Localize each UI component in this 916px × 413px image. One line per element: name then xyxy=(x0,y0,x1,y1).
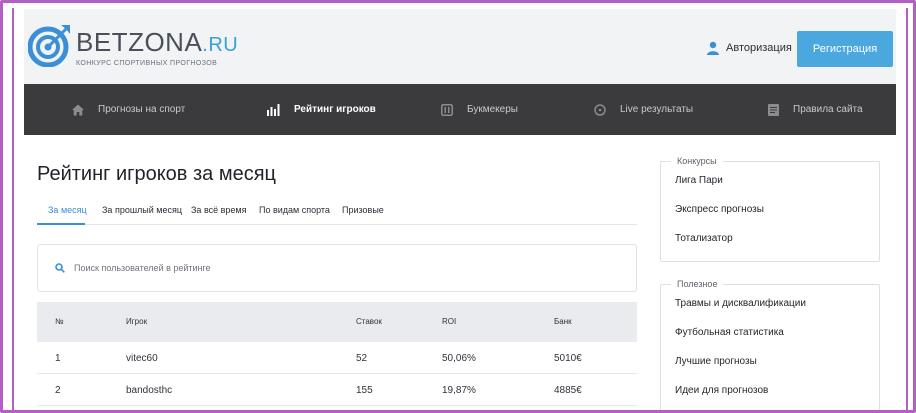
sidebar-link-liga-pari[interactable]: Лига Пари xyxy=(675,175,723,186)
bar-chart-icon xyxy=(267,103,280,116)
tab-by-sport[interactable]: По видам спорта xyxy=(259,205,330,215)
tab-last-month[interactable]: За прошлый месяц xyxy=(102,205,182,215)
sidebar-link-football-stats[interactable]: Футбольная статистика xyxy=(675,327,784,338)
cell-bets: 155 xyxy=(356,385,373,396)
tab-all-time[interactable]: За всё время xyxy=(191,205,246,215)
page-title: Рейтинг игроков за месяц xyxy=(37,163,276,185)
main-nav: Прогнозы на спорт Рейтинг игроков Букмек… xyxy=(24,84,896,135)
nav-item-label: Live результаты xyxy=(620,104,694,115)
table-row: 1 vitec60 52 50,06% 5010€ xyxy=(37,342,637,374)
nav-item-label: Прогнозы на спорт xyxy=(98,104,186,115)
column-header-rank[interactable]: № xyxy=(55,317,64,326)
nav-item-label: Букмекеры xyxy=(467,104,518,115)
table-header: № Игрок Ставок ROI Банк xyxy=(37,302,637,342)
site-logo[interactable]: BETZONA.RU КОНКУРС СПОРТИВНЫХ ПРОГНОЗОВ xyxy=(28,23,238,71)
cell-player[interactable]: vitec60 xyxy=(126,353,158,364)
cell-bank: 5010€ xyxy=(554,353,582,364)
contests-box: Конкурсы Лига Пари Экспресс прогнозы Тот… xyxy=(660,156,880,262)
logo-tagline: КОНКУРС СПОРТИВНЫХ ПРОГНОЗОВ xyxy=(76,60,218,67)
tab-prizes[interactable]: Призовые xyxy=(342,205,384,215)
logo-text: BETZONA.RU КОНКУРС СПОРТИВНЫХ ПРОГНОЗОВ xyxy=(76,28,238,67)
site-header: BETZONA.RU КОНКУРС СПОРТИВНЫХ ПРОГНОЗОВ … xyxy=(24,9,896,84)
column-header-player[interactable]: Игрок xyxy=(126,317,147,326)
main-content: Рейтинг игроков за месяц За месяц За про… xyxy=(24,135,896,410)
logo-tld: .RU xyxy=(202,34,239,56)
nav-item-rules[interactable]: Правила сайта xyxy=(768,84,863,135)
register-button[interactable]: Регистрация xyxy=(797,31,893,67)
document-icon xyxy=(768,103,779,116)
table-row: 2 bandosthc 155 19,87% 4885€ xyxy=(37,374,637,406)
sidebar-link-forecast-ideas[interactable]: Идеи для прогнозов xyxy=(675,385,768,396)
tab-this-month[interactable]: За месяц xyxy=(48,205,87,215)
clock-icon xyxy=(594,103,606,116)
web-page: BETZONA.RU КОНКУРС СПОРТИВНЫХ ПРОГНОЗОВ … xyxy=(24,9,896,410)
login-link[interactable]: Авторизация xyxy=(706,41,792,55)
active-tab-indicator xyxy=(37,223,85,225)
rating-tabs: За месяц За прошлый месяц За всё время П… xyxy=(37,201,637,225)
cell-roi: 50,06% xyxy=(442,353,476,364)
sidebar-link-injuries[interactable]: Травмы и дисквалификации xyxy=(675,298,806,309)
cell-bets: 52 xyxy=(356,353,368,364)
cell-rank: 2 xyxy=(55,385,61,396)
useful-box-title: Полезное xyxy=(671,279,724,289)
column-header-bank[interactable]: Банк xyxy=(554,317,572,326)
nav-item-bookmakers[interactable]: Букмекеры xyxy=(441,84,518,135)
contests-box-title: Конкурсы xyxy=(671,156,723,166)
sidebar-link-totalizator[interactable]: Тотализатор xyxy=(675,233,733,244)
column-header-roi[interactable]: ROI xyxy=(442,317,456,326)
search-input[interactable] xyxy=(74,263,594,273)
nav-item-forecasts[interactable]: Прогнозы на спорт xyxy=(72,84,185,135)
logo-name: BETZONA.RU xyxy=(76,27,239,57)
column-header-bets[interactable]: Ставок xyxy=(356,317,382,326)
cell-rank: 1 xyxy=(55,353,61,364)
user-search xyxy=(37,244,637,292)
cell-bank: 4885€ xyxy=(554,385,582,396)
user-icon xyxy=(707,41,719,55)
nav-item-label: Правила сайта xyxy=(793,104,863,115)
useful-box: Полезное Травмы и дисквалификации Футбол… xyxy=(660,279,880,410)
sidebar-link-best-forecasts[interactable]: Лучшие прогнозы xyxy=(675,356,757,367)
bookmaker-icon xyxy=(441,103,453,116)
home-icon xyxy=(72,104,84,115)
nav-item-rating[interactable]: Рейтинг игроков xyxy=(267,84,376,135)
search-icon xyxy=(55,263,65,273)
cell-player[interactable]: bandosthc xyxy=(126,385,172,396)
target-logo-icon xyxy=(28,25,70,67)
rating-table: № Игрок Ставок ROI Банк 1 vitec60 52 50,… xyxy=(37,302,637,406)
login-label: Авторизация xyxy=(726,42,792,54)
sidebar-link-express[interactable]: Экспресс прогнозы xyxy=(675,204,764,215)
screenshot-frame: BETZONA.RU КОНКУРС СПОРТИВНЫХ ПРОГНОЗОВ … xyxy=(0,0,916,413)
nav-item-label: Рейтинг игроков xyxy=(294,104,376,115)
cell-roi: 19,87% xyxy=(442,385,476,396)
nav-item-live[interactable]: Live результаты xyxy=(594,84,693,135)
